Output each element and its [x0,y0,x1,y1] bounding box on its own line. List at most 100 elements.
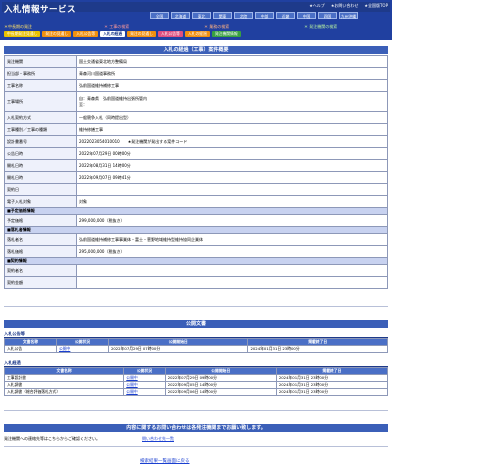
region-button[interactable]: 九州沖縄 [339,12,358,19]
tab-outlook-services[interactable]: 発注の見通し [127,31,156,37]
document-name: 入札調書（総合評価落札方式） [3,388,125,396]
field-value: 対象 [76,195,388,208]
document-row: 入札調書（総合評価落札方式） 公開中 2022年09月06日 14時00分 2024年… [3,388,389,396]
tab-results-services[interactable]: 入札の経過 [184,31,210,37]
region-button[interactable]: 北陸 [234,12,253,19]
field-label: 入札契約方式 [4,111,77,124]
field-value: 維持修繕工事 [76,123,388,136]
field-label: 発注機関 [4,55,77,68]
column-header: 文書名称 [3,367,125,375]
document-name: 入札公告 [4,345,57,353]
table-row: 契約日 [4,183,388,196]
region-button[interactable]: 近畿 [276,12,295,19]
field-value: 2022年08月31日 14時00分 [76,159,388,172]
section-expected-price: ■予定価格情報 [4,207,388,215]
documents-subheading-results: 入札経過 [4,360,388,367]
field-value: 自：青森県 弘前国道維持出張所管内 至： [76,91,388,112]
help-link[interactable]: ★ヘルプ [309,3,325,9]
region-button[interactable]: 全国 [150,12,169,19]
table-row: 開札日時 2022年09月07日 09時41分 [4,171,388,184]
table-row: 契約金額 [4,276,388,289]
site-logo[interactable]: 入札情報サービス [4,3,76,15]
tab-agency-info[interactable]: 発注機関情報 [211,31,241,37]
field-label: 契約者名 [4,264,77,277]
field-label: 電子入札対象 [4,195,77,208]
document-row: 入札調書 公開中 2022年09月05日 14時00分 2024年01月31日 23時… [3,381,389,389]
tab-long-term[interactable]: 中長期発注見通し [4,31,41,37]
section-label: ■契約情報 [4,257,388,265]
field-label: 担当部・事務所 [4,67,77,80]
category-row: ＊中長期の発注 ＊ 工事の検索 ＊ 業務の検索 ＊ 発注機関の検索 [4,24,390,30]
field-value: 弘前国道維持補修工事 [76,79,388,92]
table-row: 入札契約方式 一般競争入札（同時提出型） [4,111,388,124]
field-label: 落札価格 [4,245,77,258]
document-status-link[interactable]: 公開中 [123,388,166,396]
field-value [76,276,388,289]
documents-title: 公開文書 [4,320,388,328]
tab-notice-services[interactable]: 入札公告等 [157,31,183,37]
region-button[interactable]: 中国 [297,12,316,19]
section-winner: ■落札者情報 [4,226,388,234]
document-status-link[interactable]: 公開中 [123,381,166,389]
category-label: ＊ 業務の検索 [204,24,230,29]
section-label: ■落札者情報 [4,226,388,234]
field-label: 開札日時 [4,171,77,184]
document-row: 工事設計書 公開中 2022年07月29日 09時00分 2024年01月31日 23… [3,374,389,382]
tab-outlook-works[interactable]: 発注の見通し [42,31,72,37]
field-value [76,183,388,196]
document-row: 入札公告 公開中 2022年07月29日 07時00分 2024年01月31日 23時… [4,345,388,353]
table-row: 電子入札対象 対象 [4,195,388,208]
table-row: 開札日時 2022年08月31日 14時00分 [4,159,388,172]
field-value [76,264,388,277]
document-end-date: 2024年01月31日 23時00分 [247,345,388,353]
tab-notice-works[interactable]: 入札公告等 [73,31,99,37]
top-link[interactable]: ★全国版TOP [364,3,388,9]
region-button[interactable]: 東北 [192,12,211,19]
document-start-date: 2022年09月06日 14時00分 [164,388,277,396]
contact-text: 発注機関への連絡先等はこちらからご確認ください。 [4,436,100,441]
column-header: 掲載終了日 [275,367,389,375]
header-links: ★ヘルプ ★お問い合わせ ★全国版TOP [309,3,388,9]
table-row: 工事名称 弘前国道維持補修工事 [4,79,388,92]
table-row: 発注機関 国土交通省東北地方整備局 [4,55,388,68]
table-row: 契約者名 [4,264,388,277]
column-header: 公開状況 [123,367,166,375]
contact-link[interactable]: ★お問い合わせ [331,3,359,9]
contact-list-link[interactable]: 問い合わせ先一覧 [142,436,174,442]
field-value: 2022年07月29日 00時00分 [76,147,388,160]
field-value: 299,000,000（税抜き） [76,214,388,227]
document-end-date: 2024年01月31日 23時00分 [275,374,389,382]
field-value: 295,000,000（税抜き） [76,245,388,258]
back-to-results-link[interactable]: 検索結果一覧画面に戻る [140,458,190,464]
section-label: ■予定価格情報 [4,207,388,215]
field-label: 工事種別／工事の種類 [4,123,77,136]
field-label: 契約金額 [4,276,77,289]
region-button[interactable]: 四国 [318,12,337,19]
category-label: ＊ 工事の検索 [104,24,130,29]
table-row: 予定価格 299,000,000（税抜き） [4,214,388,227]
document-status-link[interactable]: 公開中 [55,345,109,353]
document-status-link[interactable]: 公開中 [123,374,166,382]
field-label: 設計書番号 [4,135,77,148]
field-value: 2022023054010010 ★発注機関が発出する案件コード [76,135,388,148]
sub-tabs: 中長期発注見通し 発注の見通し 入札公告等 入札の経過 発注の見通し 入札公告等… [4,31,241,37]
region-button[interactable]: 北海道 [171,12,190,19]
field-value: 2022年09月07日 09時41分 [76,171,388,184]
field-label: 工事名称 [4,79,77,92]
category-label: ＊中長期の発注 [4,24,32,29]
tab-results-works[interactable]: 入札の経過 [100,31,126,37]
field-value: 青森河川国道事務所 [76,67,388,80]
document-start-date: 2022年07月29日 09時00分 [164,374,277,382]
category-label: ＊ 発注機関の検索 [304,24,338,29]
results-documents-table: 文書名称 公開状況 公開開始日 掲載終了日 工事設計書 公開中 2022年07月29… [3,367,389,396]
table-row: 担当部・事務所 青森河川国道事務所 [4,67,388,80]
table-row: 設計書番号 2022023054010010 ★発注機関が発出する案件コード [4,135,388,148]
field-value: 国土交通省東北地方整備局 [76,55,388,68]
region-button[interactable]: 中部 [255,12,274,19]
documents-subheading-notice: 入札公告等 [4,331,388,338]
document-end-date: 2024年01月31日 23時00分 [275,388,389,396]
field-label: 落札者名 [4,233,77,246]
field-label: 契約日 [4,183,77,196]
region-button[interactable]: 関東 [213,12,232,19]
document-name: 入札調書 [3,381,125,389]
